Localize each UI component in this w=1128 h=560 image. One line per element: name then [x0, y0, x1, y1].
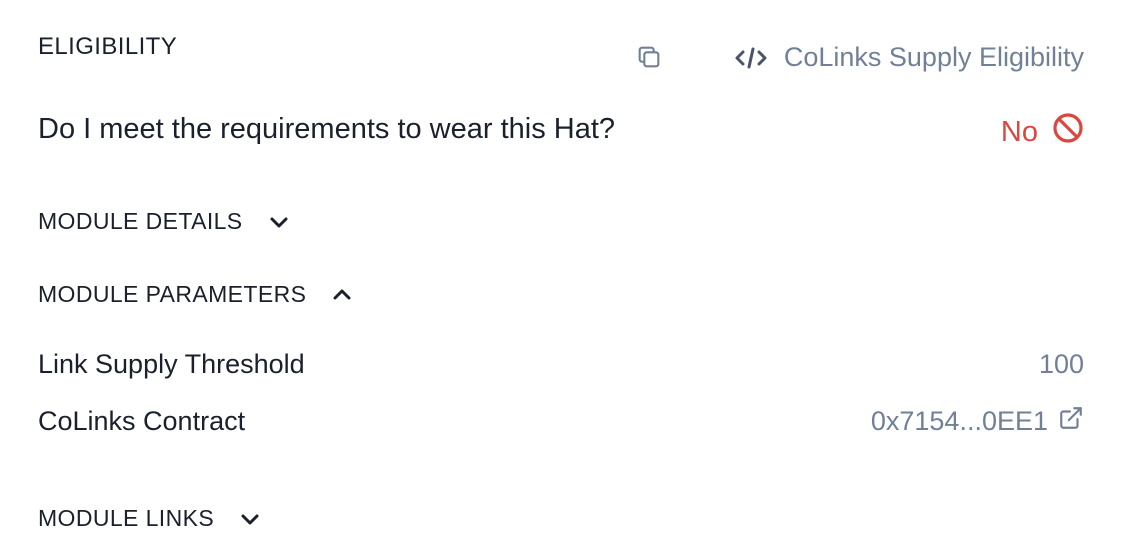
module-parameters-toggle[interactable]: MODULE PARAMETERS	[38, 281, 354, 308]
parameter-row: Link Supply Threshold 100	[38, 349, 1084, 380]
section-title: ELIGIBILITY	[38, 33, 178, 60]
chevron-down-icon	[238, 507, 262, 531]
eligibility-status: No	[1001, 112, 1084, 152]
module-details-toggle[interactable]: MODULE DETAILS	[38, 208, 291, 235]
parameter-label: Link Supply Threshold	[38, 349, 305, 379]
contract-address-link[interactable]: 0x7154...0EE1	[871, 405, 1084, 438]
eligibility-panel: ELIGIBILITY CoLinks Supply Eligibility D…	[0, 0, 1128, 560]
module-links-label: MODULE LINKS	[38, 505, 215, 531]
chevron-up-icon	[330, 283, 354, 307]
contract-address: 0x7154...0EE1	[870, 406, 1048, 436]
module-name: CoLinks Supply Eligibility	[783, 42, 1084, 72]
chevron-down-icon	[267, 210, 291, 234]
external-link-icon	[1058, 405, 1084, 438]
module-name-link[interactable]: CoLinks Supply Eligibility	[734, 42, 1084, 73]
eligibility-question: Do I meet the requirements to wear this …	[38, 113, 616, 145]
copy-icon	[635, 43, 663, 76]
no-entry-icon	[1052, 112, 1084, 152]
module-parameters-label: MODULE PARAMETERS	[38, 281, 307, 307]
parameter-value: 100	[1038, 349, 1084, 379]
eligibility-answer: No	[1000, 115, 1038, 148]
parameter-label: CoLinks Contract	[38, 406, 246, 436]
parameter-row: CoLinks Contract 0x7154...0EE1	[38, 405, 1084, 438]
module-details-label: MODULE DETAILS	[38, 208, 243, 234]
copy-button[interactable]	[634, 44, 664, 74]
module-links-toggle[interactable]: MODULE LINKS	[38, 505, 262, 532]
code-icon	[734, 43, 768, 73]
